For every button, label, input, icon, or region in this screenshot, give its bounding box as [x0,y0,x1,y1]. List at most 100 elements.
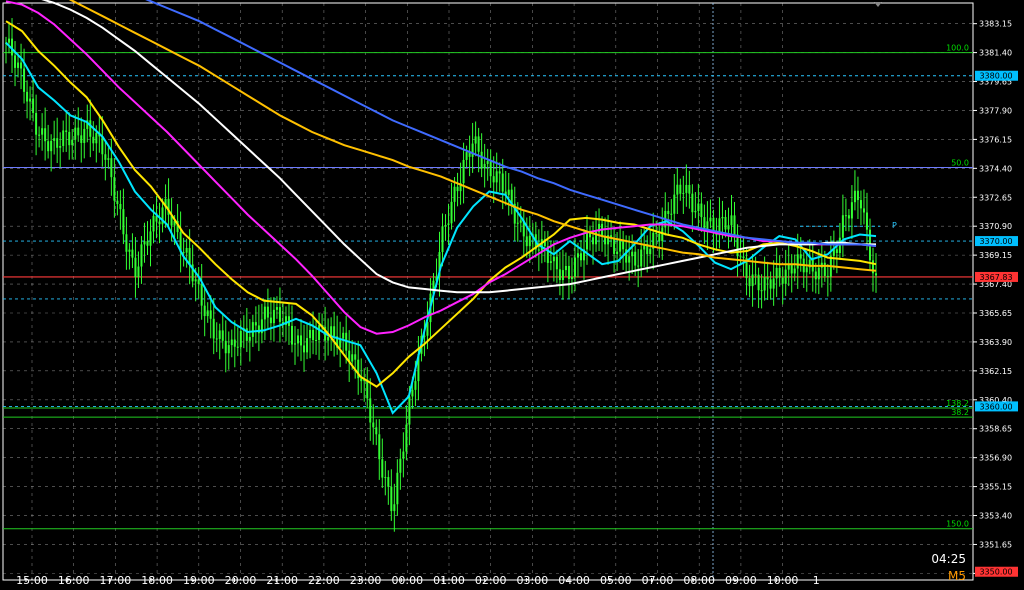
candle-body [865,212,868,230]
candle-body [414,381,417,390]
candle-body [757,274,760,291]
price-tick-label: 3351.65 [979,540,1012,549]
candle-body [519,220,522,223]
candle-body [784,269,787,284]
candle-body [507,189,510,195]
candle-body [667,210,670,214]
candle-body [733,215,736,235]
candle-body [143,241,146,245]
candle-body [799,254,802,259]
candle-body [44,128,47,142]
candle-body [303,345,306,353]
candle-body [549,261,552,263]
candle-body [134,257,137,278]
candle-body [384,477,387,479]
candle-body [796,254,799,269]
candle-body [83,128,86,143]
candle-body [447,223,450,226]
candle-body [835,249,838,254]
time-tick-label: 02:00 [475,574,507,587]
candle-body [492,176,495,183]
candle-body [853,190,856,203]
candle-body [670,213,673,215]
candle-body [495,171,498,183]
candle-body [89,120,92,137]
candle-body [462,159,465,184]
candle-body [95,132,98,144]
candle-body [700,203,703,218]
candle-body [333,326,336,337]
candle-body [215,338,218,340]
time-tick-label: 09:00 [725,574,757,587]
candle-body [200,284,203,306]
candle-body [525,236,528,247]
time-tick-label: 1 [813,574,820,587]
candle-body [152,215,155,232]
candle-body [122,209,125,235]
candle-body [402,451,405,459]
candle-body [32,98,35,113]
candle-body [775,267,778,279]
candle-body [498,171,501,174]
candle-body [131,249,134,258]
candle-body [209,310,212,319]
candle-body [140,244,143,267]
price-tick-label: 3355.15 [979,483,1012,492]
candle-body [318,325,321,340]
candle-body [856,190,859,201]
candle-body [453,186,456,202]
candle-body [793,268,796,274]
candle-body [817,267,820,280]
time-tick-label: 22:00 [308,574,340,587]
candle-body [573,257,576,277]
candle-body [772,278,775,289]
candle-body [658,233,661,242]
candle-body [278,307,281,322]
candle-body [290,325,293,345]
candle-body [185,247,188,253]
price-tick-label: 3369.15 [979,251,1012,260]
candle-body [197,279,200,285]
price-box-label: 3370.00 [979,237,1012,246]
candle-body [68,131,71,146]
candle-body [212,318,215,339]
candle-body [119,203,122,210]
candle-body [516,222,519,224]
time-tick-label: 08:00 [683,574,715,587]
candle-body [501,173,504,192]
time-tick-label: 19:00 [183,574,215,587]
candle-body [29,98,32,102]
candle-body [203,305,206,317]
candle-body [390,486,393,512]
candle-body [378,434,381,460]
fib-level-label: 150.0 [946,520,969,529]
candle-body [754,274,757,276]
candle-body [182,252,185,254]
time-tick-label: 07:00 [642,574,674,587]
candle-body [309,329,312,339]
candle-body [477,136,480,152]
candle-body [158,221,161,225]
price-tick-label: 3356.90 [979,454,1012,463]
candle-body [613,238,616,254]
candle-body [248,336,251,341]
candle-body [679,184,682,194]
time-tick-label: 18:00 [141,574,173,587]
price-tick-label: 3372.65 [979,193,1012,202]
price-chart[interactable]: 3383.153381.403379.653377.903376.153374.… [0,0,1024,590]
candle-body [847,215,850,219]
candle-body [104,154,107,160]
timeframe-label: M5 [948,569,966,583]
candle-body [640,249,643,267]
price-tick-label: 3377.90 [979,106,1012,115]
candle-body [444,225,447,227]
candle-body [742,256,745,258]
candle-body [113,177,116,201]
candle-body [381,459,384,478]
candle-body [125,234,128,252]
price-tick-label: 3376.15 [979,135,1012,144]
candle-body [137,266,140,278]
candle-body [552,256,555,262]
candle-body [859,200,862,209]
candle-body [676,184,679,195]
